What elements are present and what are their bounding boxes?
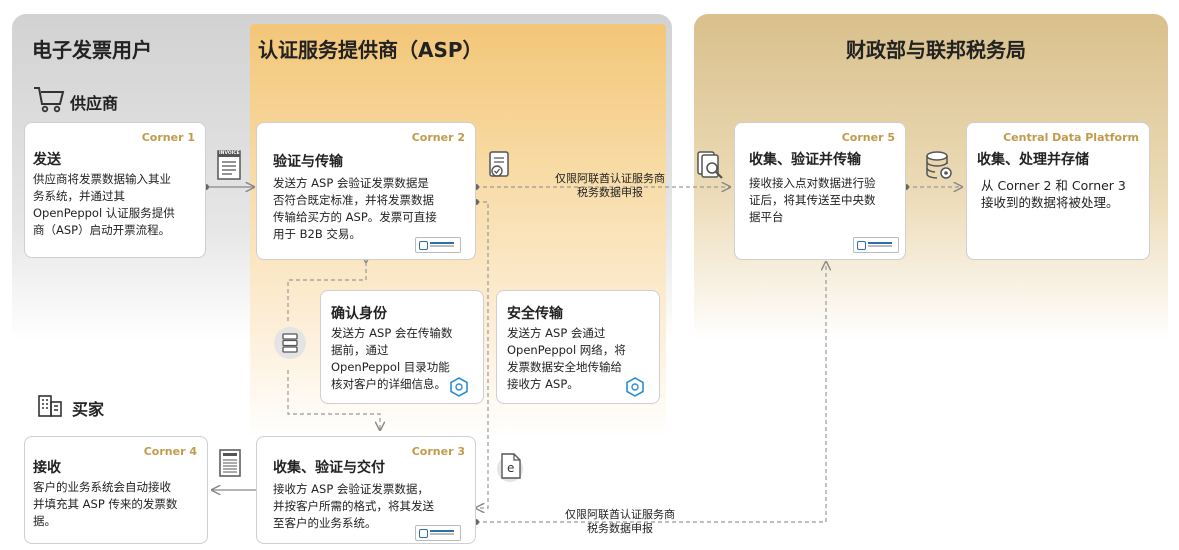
identity-title: 确认身份 [331, 306, 387, 322]
corner1-body: 供应商将发票数据输入其业 务系统，并通过其 OpenPeppol 认证服务提供 … [33, 172, 175, 237]
corner4-body: 客户的业务系统会自动接收 并填充其 ASP 传来的发票数 据。 [33, 480, 178, 528]
cdp-body: 从 Corner 2 和 Corner 3 接收到的数据将被处理。 [981, 178, 1126, 210]
corner1-box: Corner 1 发送 供应商将发票数据输入其业 务系统，并通过其 OpenPe… [24, 122, 206, 258]
corner1-tag: Corner 1 [141, 131, 195, 144]
directory-server-icon [274, 326, 306, 360]
invoice-icon: INVOICE [216, 150, 242, 180]
tax-report-label-bottom: 仅限阿联酋认证服务商 税务数据申报 [565, 508, 675, 535]
corner4-box: Corner 4 接收 客户的业务系统会自动接收 并填充其 ASP 传来的发票数… [24, 436, 208, 544]
corner4-title: 接收 [33, 460, 61, 476]
invoice-tag: INVOICE [219, 151, 240, 156]
corner2-title: 验证与传输 [273, 154, 343, 170]
document-check-icon [486, 150, 514, 180]
peppol-access-point-logo [853, 237, 899, 253]
corner5-body: 接收接入点对数据进行验 证后，将其传送至中央数 据平台 [749, 176, 876, 224]
secure-title: 安全传输 [507, 306, 563, 322]
corner4-tag: Corner 4 [143, 445, 197, 458]
corner2-box: Corner 2 验证与传输 发送方 ASP 会验证发票数据是 否符合既定标准，… [256, 122, 476, 260]
peppol-access-point-logo [415, 237, 461, 253]
corner2-body: 发送方 ASP 会验证发票数据是 否符合既定标准，并将发票数据 传输给买方的 A… [273, 176, 437, 241]
identity-box: 确认身份 发送方 ASP 会在传输数 据前，通过 OpenPeppol 目录功能… [320, 290, 484, 404]
corner5-title: 收集、验证并传输 [749, 152, 861, 168]
cdp-tag: Central Data Platform [1003, 131, 1139, 144]
document-search-icon [694, 150, 726, 182]
e-doc-letter: e [507, 461, 515, 475]
peppol-network-icon [626, 377, 644, 397]
corner5-box: Corner 5 收集、验证并传输 接收接入点对数据进行验 证后，将其传送至中央… [734, 122, 906, 260]
peppol-access-point-logo [415, 525, 461, 541]
corner3-box: Corner 3 收集、验证与交付 接收方 ASP 会验证发票数据， 并按客户所… [256, 436, 476, 544]
corner5-tag: Corner 5 [841, 131, 895, 144]
corner3-tag: Corner 3 [411, 445, 465, 458]
tax-report-label-top: 仅限阿联酋认证服务商 税务数据申报 [555, 172, 665, 199]
corner2-tag: Corner 2 [411, 131, 465, 144]
e-document-icon: e [496, 452, 526, 482]
cdp-box: Central Data Platform 收集、处理并存储 从 Corner … [966, 122, 1150, 260]
document-icon [218, 448, 242, 478]
corner3-title: 收集、验证与交付 [273, 460, 385, 476]
database-gear-icon [924, 150, 954, 182]
secure-box: 安全传输 发送方 ASP 会通过 OpenPeppol 网络，将 发票数据安全地… [496, 290, 660, 404]
corner1-title: 发送 [33, 152, 61, 168]
peppol-network-icon [450, 377, 468, 397]
cdp-title: 收集、处理并存储 [977, 152, 1089, 168]
